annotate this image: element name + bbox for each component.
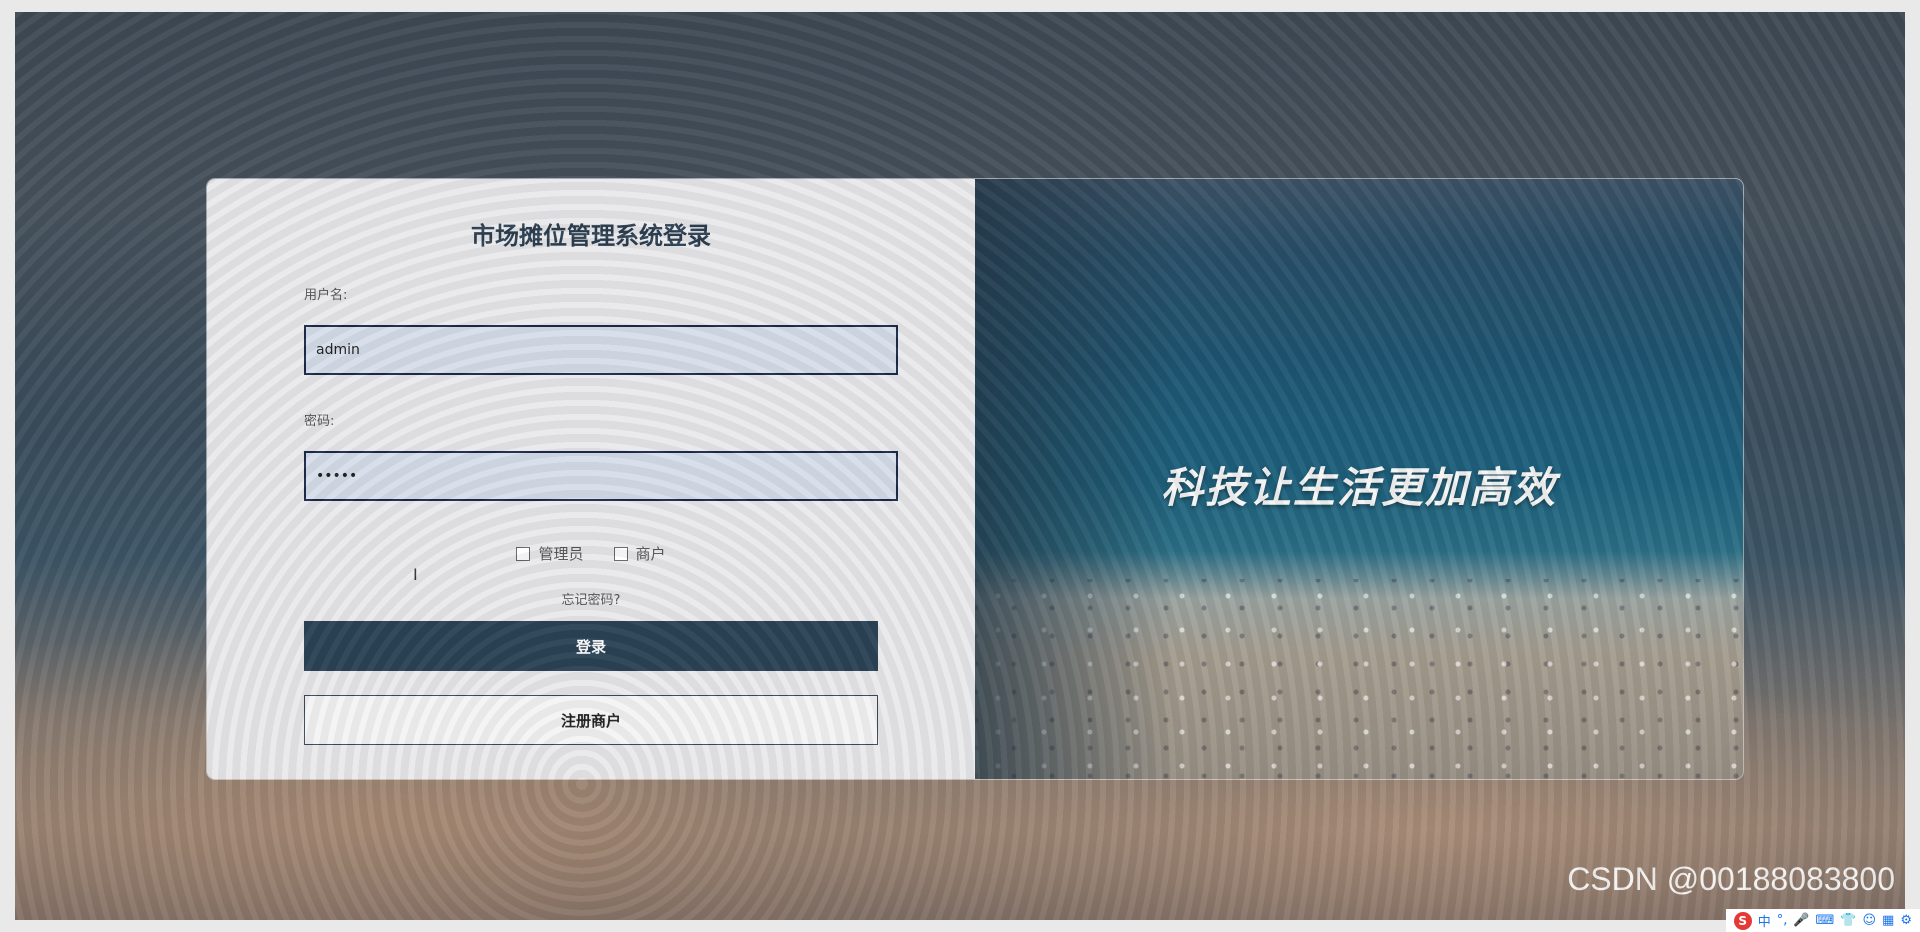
login-form: 市场摊位管理系统登录 用户名: 密码: ••••• 管理员 商户 I 忘记密码?… — [207, 179, 975, 779]
microphone-icon[interactable]: 🎤 — [1793, 913, 1809, 928]
role-selector: 管理员 商户 — [207, 543, 975, 564]
password-label: 密码: — [304, 414, 335, 429]
password-input[interactable]: ••••• — [304, 451, 898, 501]
text-cursor-icon: I — [413, 565, 418, 584]
banner-image: 科技让生活更加高效 — [975, 179, 1743, 779]
admin-checkbox[interactable] — [516, 546, 531, 561]
role-option-merchant[interactable]: 商户 — [613, 543, 666, 564]
username-label: 用户名: — [304, 288, 348, 303]
emoji-icon[interactable]: ☺ — [1862, 913, 1876, 928]
banner-slogan: 科技让生活更加高效 — [1160, 463, 1557, 512]
register-merchant-button[interactable]: 注册商户 — [304, 695, 878, 745]
page-title: 市场摊位管理系统登录 — [471, 222, 711, 250]
forgot-password-link[interactable]: 忘记密码? — [207, 589, 975, 608]
csdn-watermark: CSDN @00188083800 — [1567, 861, 1895, 897]
username-input[interactable] — [304, 325, 898, 375]
skin-icon[interactable]: 👕 — [1840, 913, 1856, 928]
merchant-checkbox[interactable] — [613, 546, 628, 561]
ime-mode[interactable]: 中 — [1758, 911, 1771, 930]
settings-icon[interactable]: ⚙ — [1900, 913, 1912, 928]
ime-toolbar[interactable]: S 中 °, 🎤 ⌨ 👕 ☺ ▦ ⚙ — [1725, 909, 1920, 932]
punctuation-icon[interactable]: °, — [1777, 913, 1788, 928]
login-button[interactable]: 登录 — [304, 621, 878, 671]
grid-icon[interactable]: ▦ — [1882, 913, 1894, 928]
role-option-admin[interactable]: 管理员 — [516, 543, 584, 564]
login-card: 市场摊位管理系统登录 用户名: 密码: ••••• 管理员 商户 I 忘记密码?… — [207, 179, 1743, 779]
role-label-admin: 管理员 — [538, 545, 584, 563]
keyboard-icon[interactable]: ⌨ — [1816, 913, 1835, 928]
background-screen: 市场摊位管理系统登录 用户名: 密码: ••••• 管理员 商户 I 忘记密码?… — [15, 12, 1905, 920]
sogou-ime-icon[interactable]: S — [1733, 911, 1752, 930]
role-label-merchant: 商户 — [635, 545, 666, 563]
